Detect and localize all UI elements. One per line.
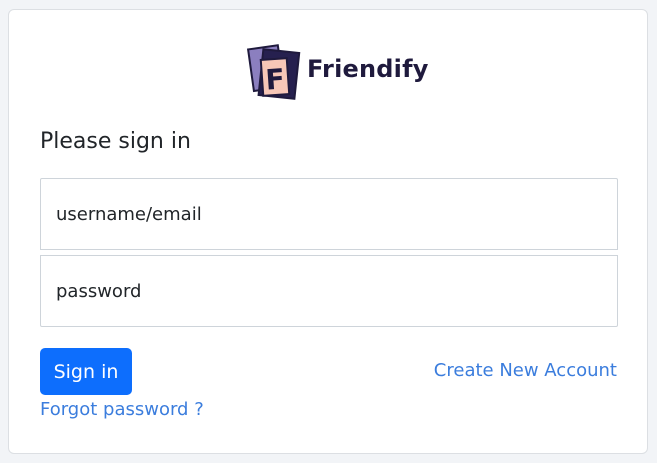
username-field[interactable] [40, 178, 618, 250]
friendify-logo-icon: F [246, 44, 301, 100]
page-title: Please sign in [40, 129, 191, 154]
brand-name: Friendify [307, 55, 429, 83]
sign-in-button[interactable]: Sign in [40, 348, 132, 395]
login-card: F Friendify Please sign in Sign in Creat… [8, 9, 648, 454]
create-account-link[interactable]: Create New Account [434, 360, 617, 381]
brand-logo: F Friendify [245, 41, 429, 101]
password-field[interactable] [40, 255, 618, 327]
logo-letter: F [264, 62, 285, 96]
forgot-password-link[interactable]: Forgot password ? [40, 399, 204, 420]
